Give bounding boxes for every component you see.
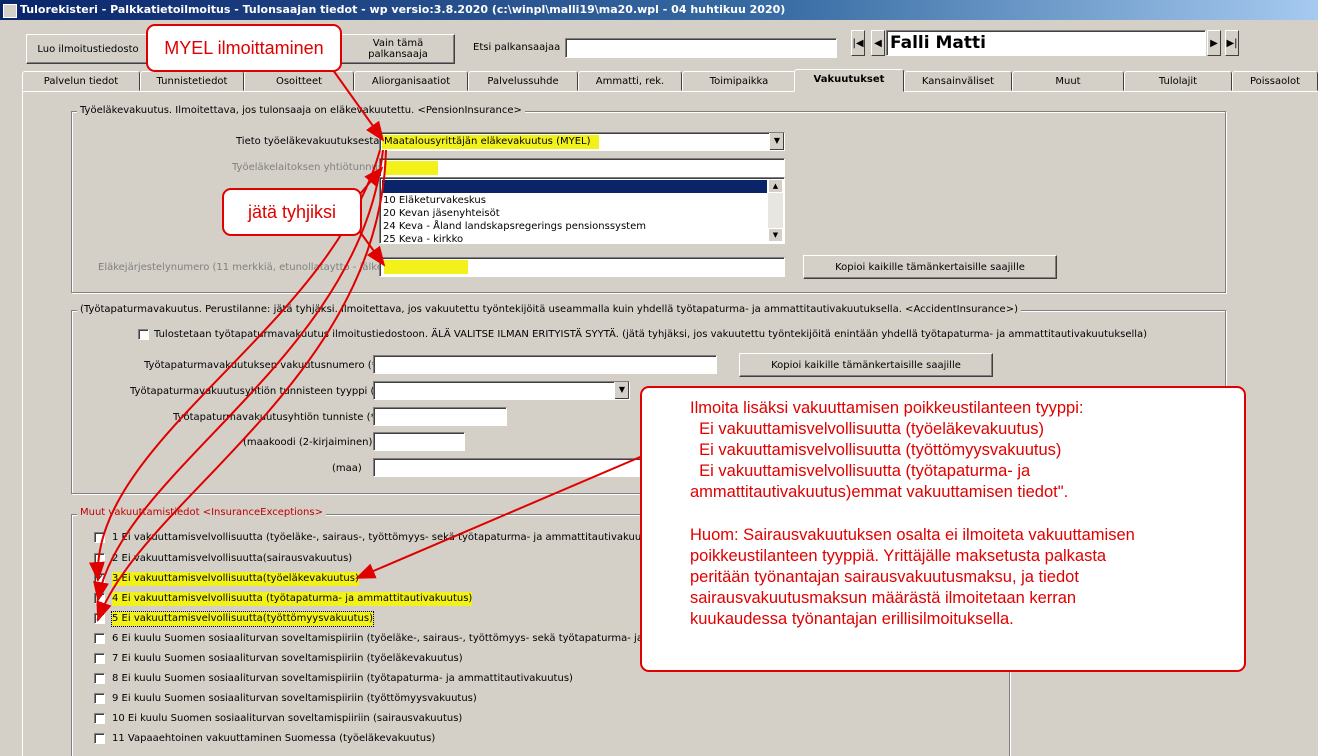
note2-line: Huom: Sairausvakuutuksen osalta ei ilmoi… xyxy=(690,526,1135,544)
callout-myel: MYEL ilmoittaminen xyxy=(146,24,342,72)
arrow-myel xyxy=(332,69,385,142)
callout-note: Ilmoita lisäksi vakuuttamisen poikkeusti… xyxy=(640,386,1246,672)
note-line: Ilmoita lisäksi vakuuttamisen poikkeusti… xyxy=(690,399,1084,417)
callout-leave-empty: jätä tyhjiksi xyxy=(222,188,362,236)
arrow-note xyxy=(355,439,681,579)
note-line: Ei vakuuttamisvelvollisuutta (työeläkeva… xyxy=(690,420,1044,438)
note2-line: kuukaudessa työnantajan erillisilmoituks… xyxy=(690,610,1014,628)
note-line: Ei vakuuttamisvelvollisuutta (työtapatur… xyxy=(690,462,1031,480)
note2-line: poikkeustilanteen tyyppiä. Yrittäjälle m… xyxy=(690,547,1107,565)
note-line: Ei vakuuttamisvelvollisuutta (työttömyys… xyxy=(690,441,1062,459)
tab-vakuutukset[interactable]: Vakuutukset xyxy=(794,69,904,92)
note2-line: sairausvakuutusmaksun määrästä ilmoiteta… xyxy=(690,589,1077,607)
note-line: ammattitautivakuutus)emmat vakuuttamisen… xyxy=(690,483,1069,501)
note2-line: peritään työnantajan sairausvakuutusmaks… xyxy=(690,568,1079,586)
